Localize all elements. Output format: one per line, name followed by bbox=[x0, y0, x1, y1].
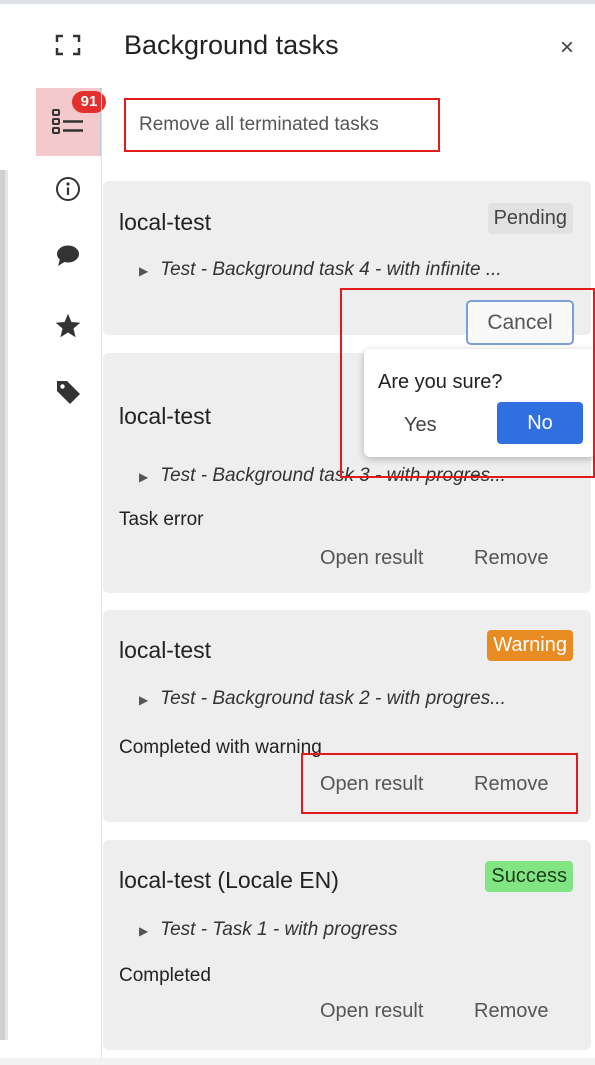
task-message: Task error bbox=[119, 509, 204, 530]
icon-rail: 91 bbox=[26, 0, 110, 1065]
task-item[interactable]: ▶ Test - Background task 2 - with progres… bbox=[139, 688, 569, 710]
open-result-button[interactable]: Open result bbox=[320, 1000, 423, 1023]
task-title: local-test bbox=[119, 637, 212, 663]
left-scroll-edge-inner bbox=[5, 170, 8, 1040]
expand-caret-icon[interactable]: ▶ bbox=[139, 693, 148, 707]
expand-caret-icon[interactable]: ▶ bbox=[139, 924, 148, 938]
highlight-box-confirm bbox=[340, 288, 595, 478]
panel-title: Background tasks bbox=[124, 30, 339, 60]
bottom-border bbox=[0, 1058, 595, 1065]
task-card-4: local-test (Locale EN) Success ▶ Test - T… bbox=[103, 840, 591, 1050]
status-badge-pending: Pending bbox=[487, 203, 573, 234]
tag-icon[interactable] bbox=[26, 378, 110, 411]
status-badge-warning: Warning bbox=[487, 630, 573, 661]
task-name: Test - Background task 4 - with infinite… bbox=[160, 259, 502, 280]
task-message: Completed bbox=[119, 965, 211, 986]
star-icon[interactable] bbox=[26, 312, 110, 345]
task-name: Test - Background task 2 - with progres.… bbox=[160, 688, 506, 709]
status-badge-success: Success bbox=[485, 861, 573, 892]
task-name: Test - Task 1 - with progress bbox=[160, 919, 398, 940]
expand-caret-icon[interactable]: ▶ bbox=[139, 470, 148, 484]
rail-divider bbox=[101, 90, 102, 1065]
task-item[interactable]: ▶ Test - Task 1 - with progress bbox=[139, 919, 569, 941]
task-title: local-test bbox=[119, 403, 212, 429]
highlight-box-card3-actions bbox=[301, 753, 578, 814]
task-title: local-test (Locale EN) bbox=[119, 867, 339, 893]
open-result-button[interactable]: Open result bbox=[320, 547, 423, 570]
close-icon[interactable]: × bbox=[560, 34, 574, 62]
expand-caret-icon[interactable]: ▶ bbox=[139, 264, 148, 278]
info-icon[interactable] bbox=[26, 176, 110, 207]
comment-icon[interactable] bbox=[26, 244, 110, 273]
task-message: Completed with warning bbox=[119, 737, 322, 758]
remove-button[interactable]: Remove bbox=[474, 547, 548, 570]
remove-button[interactable]: Remove bbox=[474, 1000, 548, 1023]
task-item[interactable]: ▶ Test - Background task 4 - with infinit… bbox=[139, 259, 569, 281]
expand-icon[interactable] bbox=[26, 34, 110, 61]
task-title: local-test bbox=[119, 209, 212, 235]
highlight-box-remove-all bbox=[124, 98, 440, 152]
